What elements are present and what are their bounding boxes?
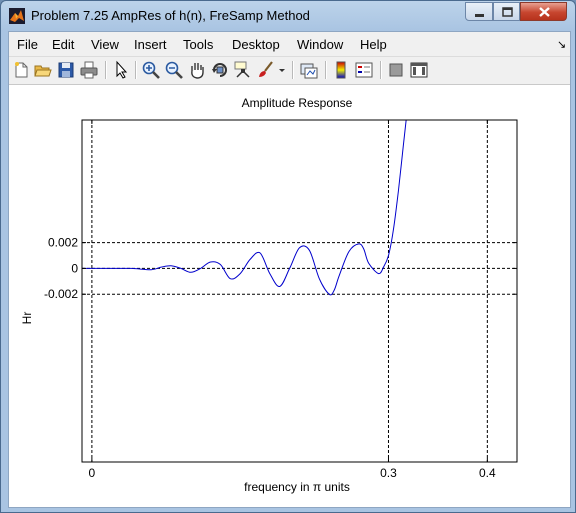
save-figure-icon	[58, 62, 74, 78]
toolbar-separator	[135, 61, 137, 79]
minimize-icon	[475, 14, 484, 17]
figure-window: Problem 7.25 AmpRes of h(n), FreSamp Met…	[0, 0, 576, 513]
open-file-icon	[34, 65, 52, 77]
brush-button[interactable]	[256, 60, 276, 80]
zoom-out-icon	[165, 61, 183, 79]
matlab-app-icon	[9, 8, 25, 24]
maximize-icon	[502, 7, 513, 17]
reference-lines	[82, 120, 517, 462]
data-cursor-icon	[234, 61, 250, 78]
toolbar-separator	[380, 61, 382, 79]
amplitude-response-plot[interactable]: Amplitude Response 0 0.3 0.4 0.002 0 -0.002 f…	[9, 85, 570, 507]
figure-canvas: Amplitude Response 0 0.3 0.4 0.002 0 -0.002 f…	[9, 85, 570, 507]
menu-tools[interactable]: Tools	[183, 37, 213, 52]
y-axis-label: Hr	[20, 312, 34, 325]
x-axis-label: frequency in π units	[244, 480, 350, 494]
new-figure-icon	[15, 62, 28, 78]
window-title: Problem 7.25 AmpRes of h(n), FreSamp Met…	[31, 8, 310, 23]
close-icon	[539, 7, 550, 17]
y-tick-label: 0	[71, 261, 78, 275]
hide-plot-tools-button[interactable]	[386, 60, 406, 80]
brush-icon	[259, 61, 273, 77]
print-figure-icon	[80, 61, 98, 79]
open-file-button[interactable]	[33, 60, 53, 80]
toolbar-separator	[325, 61, 327, 79]
figure-toolbar	[9, 57, 570, 85]
zoom-out-button[interactable]	[164, 60, 184, 80]
insert-legend-icon	[355, 62, 373, 78]
data-cursor-button[interactable]	[233, 60, 253, 80]
link-plot-icon	[300, 63, 318, 79]
insert-colorbar-icon	[336, 61, 346, 79]
edit-plot-arrow-icon	[116, 60, 128, 79]
menu-window[interactable]: Window	[297, 37, 343, 52]
show-plot-tools-icon	[410, 62, 428, 78]
x-tick-label: 0	[89, 466, 96, 480]
insert-colorbar-button[interactable]	[331, 60, 351, 80]
insert-legend-button[interactable]	[354, 60, 374, 80]
close-button[interactable]	[520, 2, 567, 21]
axis-ticks: 0 0.3 0.4 0.002 0 -0.002	[44, 120, 517, 480]
maximize-button[interactable]	[493, 2, 520, 21]
axes-box	[81, 119, 518, 463]
rotate-3d-icon	[212, 63, 227, 77]
zoom-in-icon	[142, 61, 160, 79]
menu-file[interactable]: File	[17, 37, 38, 52]
title-bar[interactable]: Problem 7.25 AmpRes of h(n), FreSamp Met…	[1, 1, 575, 31]
dock-figure-arrow-icon[interactable]: ↘	[557, 38, 566, 51]
new-figure-button[interactable]	[11, 60, 31, 80]
chart-title: Amplitude Response	[242, 96, 353, 110]
x-tick-label: 0.3	[380, 466, 397, 480]
print-figure-button[interactable]	[79, 60, 99, 80]
figure-client-area: File Edit View Insert Tools Desktop Wind…	[8, 31, 571, 508]
rotate-3d-button[interactable]	[210, 60, 230, 80]
toolbar-separator	[292, 61, 294, 79]
toolbar-separator	[105, 61, 107, 79]
zoom-in-button[interactable]	[141, 60, 161, 80]
menu-insert[interactable]: Insert	[134, 37, 167, 52]
y-tick-label: -0.002	[44, 287, 78, 301]
x-tick-label: 0.4	[479, 466, 496, 480]
pan-hand-icon	[191, 63, 204, 79]
menu-view[interactable]: View	[91, 37, 119, 52]
menu-bar: File Edit View Insert Tools Desktop Wind…	[9, 32, 570, 57]
save-figure-button[interactable]	[56, 60, 76, 80]
brush-dropdown-icon	[279, 69, 285, 72]
y-tick-label: 0.002	[48, 236, 78, 250]
edit-plot-button[interactable]	[111, 60, 131, 80]
menu-desktop[interactable]: Desktop	[232, 37, 280, 52]
show-plot-tools-button[interactable]	[409, 60, 429, 80]
menu-help[interactable]: Help	[360, 37, 387, 52]
menu-edit[interactable]: Edit	[52, 37, 74, 52]
series-line	[82, 120, 407, 296]
link-plot-button[interactable]	[299, 60, 319, 80]
pan-button[interactable]	[187, 60, 207, 80]
minimize-button[interactable]	[465, 2, 493, 21]
hide-plot-tools-icon	[389, 63, 403, 77]
brush-dropdown-button[interactable]	[277, 60, 287, 80]
